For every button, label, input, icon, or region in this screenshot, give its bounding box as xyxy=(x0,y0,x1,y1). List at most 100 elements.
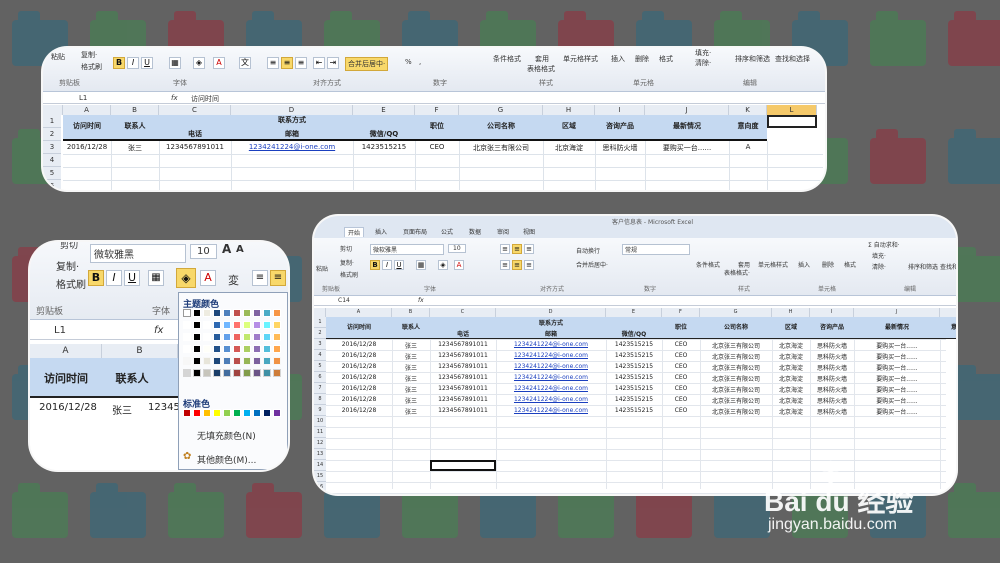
cell-record-visit-time[interactable]: 2016/12/28 xyxy=(326,363,392,370)
cell-record-contact[interactable]: 张三 xyxy=(111,143,159,153)
cell-record-intent[interactable]: A xyxy=(729,143,767,151)
swatch-standard-7[interactable] xyxy=(253,409,261,417)
borders-icon[interactable]: ▦ xyxy=(416,260,426,270)
row-header-1[interactable]: 1 xyxy=(43,115,61,128)
cell-record-phone[interactable]: 1234567891011 xyxy=(430,396,496,403)
swatch-theme-shade[interactable] xyxy=(183,369,191,377)
column-header-g[interactable]: G xyxy=(459,105,543,115)
align-right-icon[interactable]: ≡ xyxy=(524,260,534,270)
cell-record-region[interactable]: 北京海淀 xyxy=(772,385,810,394)
cell-record-visit-time[interactable]: 2016/12/28 xyxy=(326,374,392,381)
swatch-theme-7[interactable] xyxy=(253,309,261,317)
swatch-theme-shade[interactable] xyxy=(203,333,211,341)
active-cell-c14[interactable] xyxy=(430,460,496,471)
italic-button[interactable]: I xyxy=(106,270,122,286)
tab-0[interactable]: 开始 xyxy=(344,227,365,237)
row-header-15[interactable]: 15 xyxy=(314,471,326,482)
comma-button[interactable]: , xyxy=(419,58,421,66)
cell-style-button[interactable]: 单元格样式 xyxy=(758,260,788,269)
find-select-button[interactable]: 查找和选择 xyxy=(775,54,810,64)
cell-record-contact[interactable]: 张三 xyxy=(392,352,430,361)
cell-header-phone[interactable]: 电话 xyxy=(159,129,231,139)
font-color-icon[interactable]: A xyxy=(213,57,225,69)
conditional-format-button[interactable]: 条件格式 xyxy=(493,54,521,64)
tab-2[interactable]: 页面布局 xyxy=(400,227,430,236)
swatch-standard-9[interactable] xyxy=(273,409,281,417)
grow-font-button[interactable]: A xyxy=(222,242,231,256)
swatch-theme-shade[interactable] xyxy=(193,333,201,341)
align-left-icon[interactable]: ≡ xyxy=(267,57,279,69)
cell-header-region[interactable]: 区域 xyxy=(543,121,595,131)
copy-button[interactable]: 复制· xyxy=(81,50,97,60)
more-colors-option[interactable]: 其他颜色(M)... xyxy=(197,453,256,466)
cell-record-email[interactable]: 1234241224@i-one.com xyxy=(496,363,606,370)
cell-record-wechat[interactable]: 1423515215 xyxy=(606,396,662,403)
cell-record-phone[interactable]: 1234567891011 xyxy=(430,407,496,414)
swatch-standard-6[interactable] xyxy=(243,409,251,417)
font-name-select[interactable]: 微软雅黑 xyxy=(370,244,444,255)
swatch-theme-shade[interactable] xyxy=(243,369,251,377)
swatch-theme-shade[interactable] xyxy=(203,345,211,353)
cell-header-contact-method[interactable]: 联系方式 xyxy=(496,318,606,327)
swatch-theme-shade[interactable] xyxy=(223,369,231,377)
cell-header-status[interactable]: 最新情况 xyxy=(645,121,729,131)
cell-record-product[interactable]: 思科防火墙 xyxy=(810,352,854,361)
wen-icon[interactable]: 文 xyxy=(239,57,251,69)
swatch-theme-shade[interactable] xyxy=(273,345,281,353)
swatch-theme-8[interactable] xyxy=(263,309,271,317)
tab-6[interactable]: 视图 xyxy=(520,227,538,236)
cell-record-region[interactable]: 北京海淀 xyxy=(772,407,810,416)
cell-header-region[interactable]: 区域 xyxy=(772,322,810,331)
cell-record-product[interactable]: 思科防火墙 xyxy=(595,143,645,153)
cell-header-position[interactable]: 职位 xyxy=(662,322,700,331)
cell-header-product[interactable]: 咨询产品 xyxy=(595,121,645,131)
swatch-theme-4[interactable] xyxy=(223,309,231,317)
align-center-icon[interactable]: ≡ xyxy=(270,270,286,286)
font-color-icon[interactable]: A xyxy=(454,260,464,270)
column-header-f[interactable]: F xyxy=(415,105,459,115)
cell-header-status[interactable]: 最新情况 xyxy=(854,322,940,331)
cell-record-position[interactable]: CEO xyxy=(662,374,700,381)
cell-record-status[interactable]: 要购买一台...... xyxy=(854,396,940,405)
column-header-c[interactable]: C xyxy=(159,105,231,115)
align-left-icon[interactable]: ≡ xyxy=(252,270,268,286)
swatch-theme-shade[interactable] xyxy=(213,333,221,341)
font-name-select[interactable]: 微软雅黑 xyxy=(90,244,186,263)
column-header-e[interactable]: E xyxy=(606,308,662,317)
sort-filter-button[interactable]: 排序和筛选 xyxy=(908,262,938,271)
cell-record-region[interactable]: 北京海淀 xyxy=(772,341,810,350)
swatch-theme-shade[interactable] xyxy=(183,357,191,365)
cell-record-phone[interactable]: 1234567891011 xyxy=(430,385,496,392)
cell-record-intent[interactable]: A xyxy=(940,385,956,392)
column-header-k[interactable]: K xyxy=(729,105,767,115)
fill-color-icon[interactable]: ◈ xyxy=(438,260,448,270)
clear-button[interactable]: 清除· xyxy=(872,262,886,271)
cell-header-company[interactable]: 公司名称 xyxy=(700,322,772,331)
swatch-theme-shade[interactable] xyxy=(223,345,231,353)
cell-record-email[interactable]: 1234241224@i-one.com xyxy=(231,143,353,151)
row-header-4[interactable]: 4 xyxy=(314,350,326,361)
swatch-theme-shade[interactable] xyxy=(213,357,221,365)
cell-record-visit-time[interactable]: 2016/12/28 xyxy=(326,396,392,403)
align-middle-icon[interactable]: ≡ xyxy=(512,244,522,254)
swatch-theme-shade[interactable] xyxy=(193,345,201,353)
borders-icon[interactable]: ▦ xyxy=(169,57,181,69)
column-header-a[interactable]: A xyxy=(30,344,102,358)
swatch-standard-3[interactable] xyxy=(213,409,221,417)
cell-record-company[interactable]: 北京张三有限公司 xyxy=(700,385,772,394)
cell-record-visit-time[interactable]: 2016/12/28 xyxy=(63,143,111,151)
copy-button[interactable]: 复制· xyxy=(56,258,79,273)
format-painter-button[interactable]: 格式刷 xyxy=(81,62,102,72)
name-box[interactable]: C14 xyxy=(338,297,350,304)
align-right-icon[interactable]: ≡ xyxy=(295,57,307,69)
cell-record-contact[interactable]: 张三 xyxy=(392,407,430,416)
cell-record-contact[interactable]: 张三 xyxy=(392,374,430,383)
sort-filter-button[interactable]: 排序和筛选 xyxy=(735,54,770,64)
bold-button[interactable]: B xyxy=(113,57,125,69)
cell-record-intent[interactable]: A xyxy=(940,363,956,370)
column-header-l[interactable]: L xyxy=(767,105,817,115)
font-color-icon[interactable]: A xyxy=(200,270,216,286)
swatch-theme-shade[interactable] xyxy=(223,321,231,329)
column-header-b[interactable]: B xyxy=(111,105,159,115)
cell-record-company[interactable]: 北京张三有限公司 xyxy=(459,143,543,153)
